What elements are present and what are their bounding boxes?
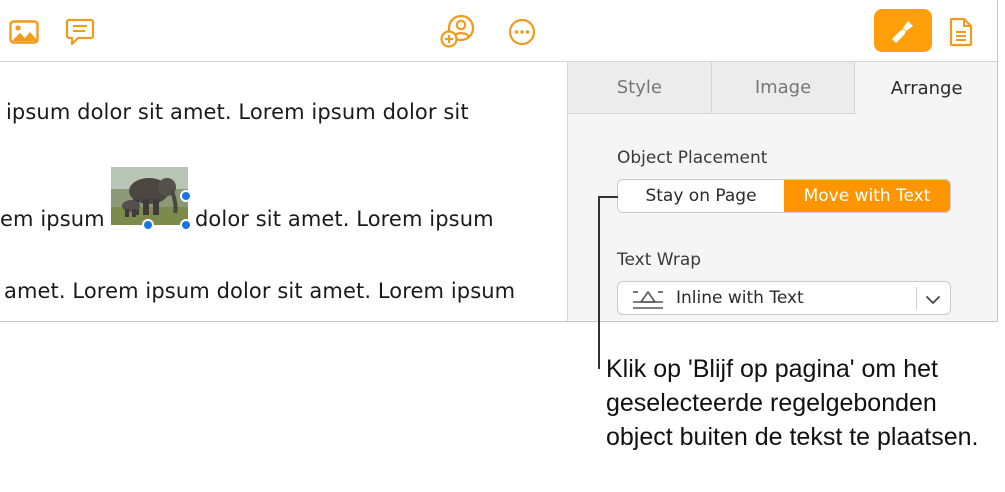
more-icon[interactable]: [507, 17, 537, 47]
tab-arrange[interactable]: Arrange: [855, 62, 997, 114]
toolbar: [0, 0, 997, 62]
callout-leader-line: [598, 197, 600, 369]
format-sidebar: Style Image Arrange Object Placement Sta…: [567, 62, 997, 321]
document-icon[interactable]: [947, 16, 975, 48]
resize-handle[interactable]: [180, 219, 192, 231]
callout-text: Klik op 'Blijf op pagina' om het geselec…: [606, 355, 979, 451]
text-wrap-value: Inline with Text: [676, 288, 804, 308]
format-brush-icon: [892, 20, 913, 43]
text-line: ipsum dolor sit amet. Lorem ipsum dolor …: [6, 100, 469, 124]
text-line: dolor sit amet. Lorem ipsum: [195, 207, 494, 231]
move-with-text-button[interactable]: Move with Text: [784, 180, 950, 212]
tab-style[interactable]: Style: [568, 62, 712, 114]
document-body[interactable]: ipsum dolor sit amet. Lorem ipsum dolor …: [0, 62, 567, 321]
inline-wrap-icon: [632, 288, 664, 314]
text-wrap-dropdown[interactable]: Inline with Text: [617, 281, 951, 315]
text-wrap-label: Text Wrap: [617, 250, 702, 270]
object-placement-label: Object Placement: [617, 148, 768, 168]
media-icon[interactable]: [8, 18, 40, 46]
text-line: amet. Lorem ipsum dolor sit amet. Lorem …: [4, 279, 516, 303]
resize-handle[interactable]: [142, 219, 154, 231]
elephant-photo[interactable]: [111, 167, 188, 225]
object-placement-control: Stay on Page Move with Text: [617, 179, 951, 213]
pages-window: ipsum dolor sit amet. Lorem ipsum dolor …: [0, 0, 998, 322]
callout-connector: [598, 196, 618, 198]
collaborate-icon[interactable]: [440, 13, 478, 49]
stay-on-page-button[interactable]: Stay on Page: [618, 180, 784, 212]
resize-handle[interactable]: [180, 190, 192, 202]
sidebar-tabs: Style Image Arrange: [568, 62, 997, 114]
format-button[interactable]: [874, 9, 932, 52]
tab-image[interactable]: Image: [711, 62, 856, 114]
comment-icon[interactable]: [64, 16, 96, 48]
chevron-down-icon[interactable]: [925, 291, 941, 310]
dropdown-divider: [916, 287, 917, 309]
text-line: em ipsum: [0, 207, 105, 231]
